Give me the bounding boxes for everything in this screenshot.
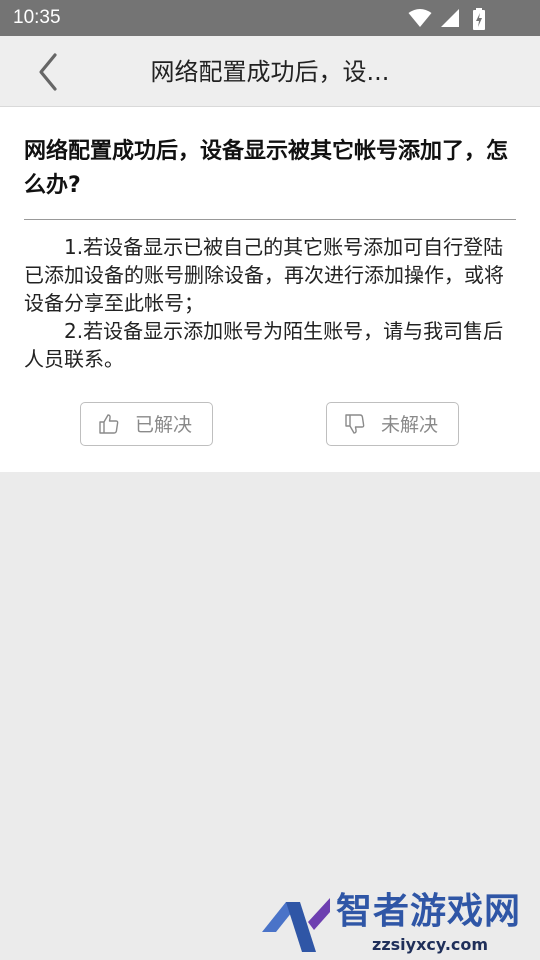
status-time: 10:35 bbox=[13, 7, 61, 28]
unsolved-label: 未解决 bbox=[381, 414, 439, 436]
question-title: 网络配置成功后，设备显示被其它帐号添加了，怎么办? bbox=[24, 139, 509, 198]
unsolved-button[interactable]: 未解决 bbox=[326, 402, 459, 446]
thumbs-down-icon bbox=[343, 412, 367, 436]
divider bbox=[24, 219, 516, 220]
answer-text: 1.若设备显示已被自己的其它账号添加可自行登陆已添加设备的账号删除设备，再次进行… bbox=[24, 233, 508, 373]
wifi-icon bbox=[408, 9, 432, 27]
watermark-url: zzsiyxcy.com bbox=[372, 935, 489, 954]
cellular-signal-icon bbox=[441, 9, 459, 27]
thumbs-up-icon bbox=[97, 412, 121, 436]
watermark-name: 智者游戏网 bbox=[336, 891, 522, 932]
faq-card: 网络配置成功后，设备显示被其它帐号添加了，怎么办? 1.若设备显示已被自己的其它… bbox=[0, 107, 540, 472]
back-arrow-icon bbox=[39, 53, 57, 91]
back-button[interactable] bbox=[28, 52, 68, 92]
status-bar: 10:35 bbox=[0, 0, 540, 36]
solved-button[interactable]: 已解决 bbox=[80, 402, 213, 446]
battery-charging-icon bbox=[473, 8, 485, 30]
answer-paragraph: 1.若设备显示已被自己的其它账号添加可自行登陆已添加设备的账号删除设备，再次进行… bbox=[24, 235, 504, 315]
answer-paragraph: 2.若设备显示添加账号为陌生账号，请与我司售后人员联系。 bbox=[24, 319, 504, 371]
app-bar: 网络配置成功后，设... bbox=[0, 36, 540, 107]
status-icons bbox=[404, 8, 504, 30]
watermark-logo-icon bbox=[262, 898, 330, 952]
solved-label: 已解决 bbox=[135, 414, 193, 436]
page-title: 网络配置成功后，设... bbox=[150, 58, 390, 86]
watermark: 智者游戏网 zzsiyxcy.com bbox=[258, 888, 540, 960]
